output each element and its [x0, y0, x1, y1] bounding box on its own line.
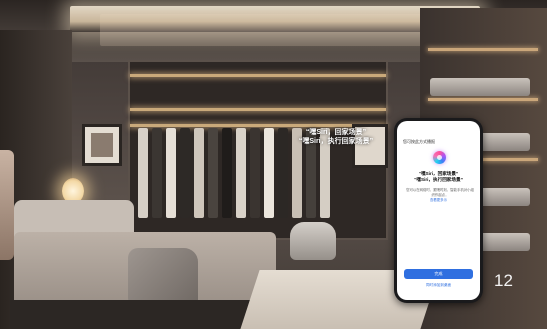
hanging-garment [166, 128, 176, 218]
phone-screen: 您可按此方式播报 “嘿Siri，回家场景” “嘿Siri，执行回家场景” 您可以… [397, 121, 480, 300]
voice-command-caption: “嘿Siri，回家场景” “嘿Siri，执行回家场景” [296, 128, 376, 146]
wardrobe-shelf-light [130, 108, 386, 111]
hanging-garment [264, 128, 274, 218]
hanging-garment [194, 128, 204, 218]
bedroom-scene: “嘿Siri，回家场景” “嘿Siri，执行回家场景” 12 您可按此方式播报 … [0, 0, 547, 329]
caption-line-2: “嘿Siri，执行回家场景” [298, 138, 374, 145]
phone-device: 您可按此方式播报 “嘿Siri，回家场景” “嘿Siri，执行回家场景” 您可以… [394, 118, 483, 303]
wall-art-image [91, 133, 113, 157]
left-edge-photo [0, 150, 14, 260]
wall-art-left [82, 124, 122, 166]
ceiling-light-strip [70, 6, 480, 32]
bed-throw-blanket [128, 248, 198, 306]
caption-line-1: “嘿Siri，回家场景” [305, 129, 367, 136]
hanging-garment [138, 128, 148, 218]
wardrobe-rail-light [130, 124, 386, 127]
folded-clothes [430, 78, 530, 96]
more-examples-link[interactable]: 查看更多示 [397, 197, 480, 202]
siri-header-text: 您可按此方式播报 [403, 139, 435, 144]
hanging-garment [152, 128, 162, 218]
right-shelf-light [428, 48, 538, 51]
hanging-garment [208, 128, 218, 218]
add-to-home-link[interactable]: 同时添加到桌面 [397, 283, 480, 288]
armchair [290, 222, 336, 260]
hanging-garment [222, 128, 232, 218]
hanging-garment [250, 128, 260, 218]
hanging-garment [236, 128, 246, 218]
hanging-garment [180, 128, 190, 218]
wardrobe-shelf-light [130, 74, 386, 77]
siri-icon [433, 151, 446, 164]
siri-description: 您可以在网络时，跟嘿时刻，智能手机对小组织作起点， [406, 188, 474, 197]
hanging-garment [278, 128, 288, 218]
page-number: 12 [494, 271, 513, 290]
walk-in-wardrobe [128, 60, 388, 240]
siri-phrase-2: “嘿Siri，执行回家场景” [414, 177, 463, 182]
right-shelf-light [428, 98, 538, 101]
done-button[interactable]: 完成 [404, 269, 473, 279]
bed-base [10, 300, 280, 329]
